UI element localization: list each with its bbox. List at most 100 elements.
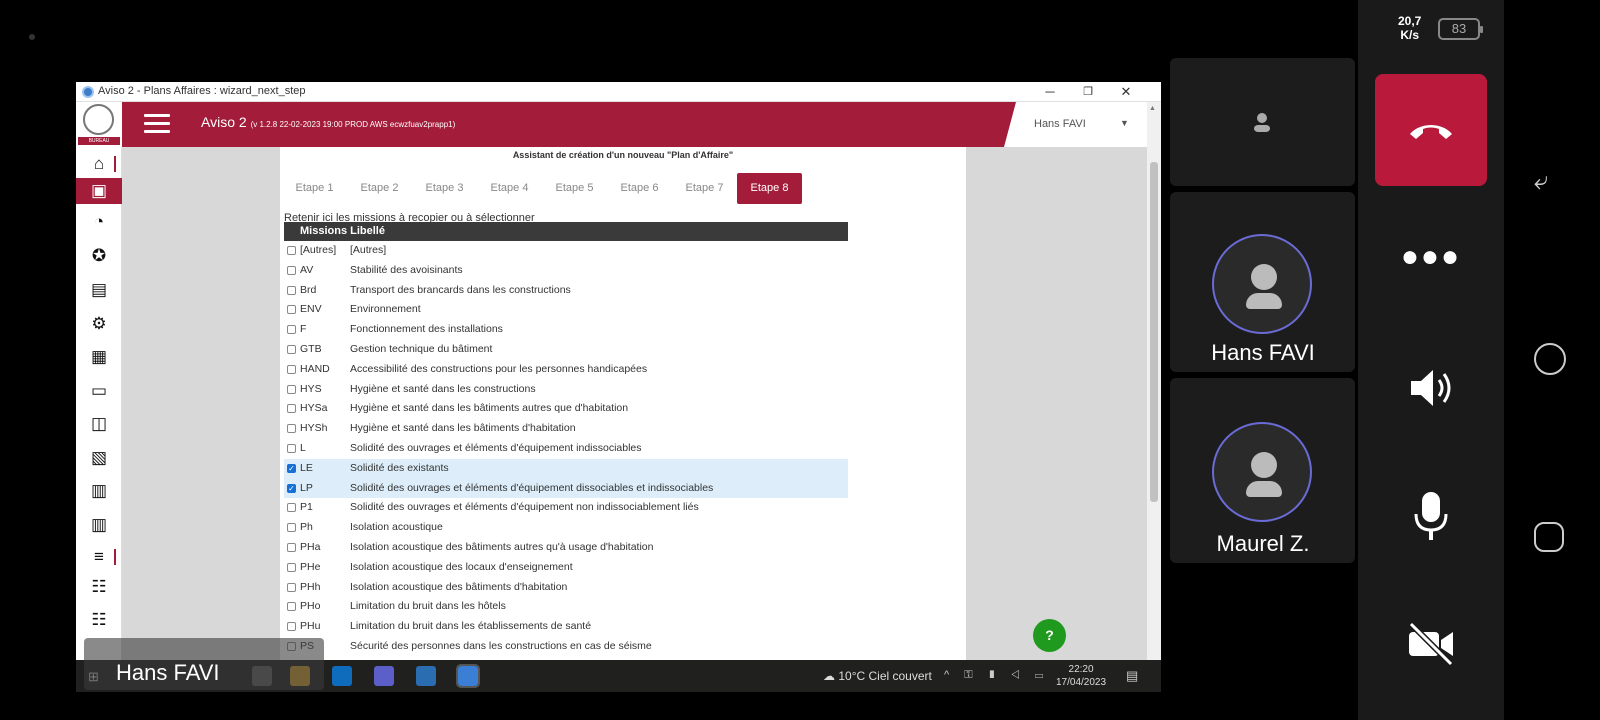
dashboard-icon[interactable]: ◔ [76,209,122,235]
rotate-icon[interactable]: ⤶ [1534,165,1549,197]
mission-checkbox[interactable] [287,562,296,572]
clipboard-check-icon[interactable]: ▥ [76,512,122,538]
help-button[interactable]: ? [1033,619,1066,652]
tab-step-3[interactable]: Etape 3 [412,173,477,204]
tab-step-4[interactable]: Etape 4 [477,173,542,204]
recents-icon[interactable] [1534,522,1564,552]
weather-widget[interactable]: ☁ 10°C Ciel couvert [823,669,932,683]
table-row[interactable]: HYS Hygiène et santé dans les constructio… [284,380,848,400]
mission-checkbox[interactable] [287,384,296,394]
mission-checkbox[interactable]: ✓ [287,463,296,473]
mission-code: HYSa [300,402,328,415]
taskbar-clock[interactable]: 22:20 17/04/2023 [1056,663,1106,689]
user-menu[interactable]: Hans FAVI ▼ [1004,102,1161,147]
microphone-icon[interactable] [1375,490,1487,550]
tab-step-7[interactable]: Etape 7 [672,173,737,204]
table-row[interactable]: PHe Isolation acoustique des locaux d'ens… [284,558,848,578]
scrollbar-thumb[interactable] [1150,162,1158,502]
tab-step-2[interactable]: Etape 2 [347,173,412,204]
table-row[interactable]: ENV Environnement [284,300,848,320]
mission-checkbox[interactable] [287,424,296,434]
mission-checkbox[interactable] [287,364,296,374]
wizard-heading: Assistant de création d'un nouveau "Plan… [512,150,734,160]
table-row[interactable]: PHo Limitation du bruit dans les hôtels [284,597,848,617]
outlook-icon[interactable] [332,666,352,686]
participant-tile-2[interactable]: Maurel Z. [1170,378,1355,563]
table-row[interactable]: Brd Transport des brancards dans les cons… [284,281,848,301]
menu-icon[interactable] [144,114,170,134]
home-icon[interactable]: ⌂ [76,151,122,177]
tab-step-6[interactable]: Etape 6 [607,173,672,204]
mission-code: PHh [300,580,321,593]
table-row[interactable]: PHa Isolation acoustique des bâtiments au… [284,538,848,558]
document-icon[interactable]: ▧ [76,445,122,471]
participant-tile-1[interactable]: Hans FAVI [1170,192,1355,372]
clipboard-icon[interactable]: ▥ [76,478,122,504]
table-row[interactable]: [Autres] [Autres] [284,241,848,261]
table-row[interactable]: F Fonctionnement des installations [284,320,848,340]
building-icon[interactable]: ▦ [76,344,122,370]
mission-checkbox[interactable] [287,265,296,275]
table-row[interactable]: Ph Isolation acoustique [284,518,848,538]
browser-icon[interactable] [456,664,480,688]
more-options-icon[interactable]: ●●● [1375,240,1487,274]
handshake-icon[interactable]: ✪ [76,243,122,269]
mission-checkbox[interactable] [287,325,296,335]
participant-name: Maurel Z. [1216,531,1310,556]
mission-checkbox[interactable] [287,503,296,513]
mission-checkbox[interactable] [287,602,296,612]
table-row[interactable]: PHu Limitation du bruit dans les établiss… [284,617,848,637]
tab-step-8[interactable]: Etape 8 [737,173,802,204]
mission-checkbox[interactable] [287,404,296,414]
hang-up-button[interactable] [1375,74,1487,186]
calendar-icon[interactable]: ▭ [76,378,122,404]
search-document-icon[interactable]: ▣ [76,178,122,204]
table-row[interactable]: L Solidité des ouvrages et éléments d'équ… [284,439,848,459]
tab-step-1[interactable]: Etape 1 [282,173,347,204]
table-row[interactable]: PSSécurité des personnes dans les constr… [284,637,848,657]
table-row[interactable]: AV Stabilité des avoisinants [284,261,848,281]
remote-desktop-icon[interactable] [416,666,436,686]
self-video-tile[interactable] [1170,58,1355,186]
avatar [1212,422,1312,522]
maximize-button[interactable]: ❐ [1069,82,1107,102]
mission-checkbox[interactable] [287,344,296,354]
home-nav-icon[interactable] [1534,343,1566,375]
contact-card-icon[interactable]: ▤ [76,277,122,303]
mission-checkbox[interactable] [287,246,296,255]
system-tray-icons[interactable]: ^ ⚿ ▮ ◁ ▭ [944,669,1049,682]
list-icon[interactable]: ≡ [76,544,122,570]
book-icon[interactable]: ◫ [76,411,122,437]
tab-step-5[interactable]: Etape 5 [542,173,607,204]
table-row[interactable]: ✓ LE Solidité des existants [284,458,848,479]
camera-off-icon[interactable] [1375,621,1487,674]
table-row[interactable]: HYSh Hygiène et santé dans les bâtiments … [284,419,848,439]
mission-checkbox[interactable] [287,443,296,453]
table-row[interactable]: GTB Gestion technique du bâtiment [284,340,848,360]
column-libelle: Libellé [350,225,385,237]
table-row[interactable]: ✓ LP Solidité des ouvrages et éléments d'é… [284,478,848,499]
users-icon[interactable]: ☷ [76,574,122,600]
mission-checkbox[interactable] [287,305,296,315]
mission-checkbox[interactable]: ✓ [287,483,296,493]
table-row[interactable]: HAND Accessibilité des constructions pour… [284,360,848,380]
scrollbar[interactable]: ▲ ▼ [1147,102,1161,692]
mission-checkbox[interactable] [287,622,296,632]
settings-icon[interactable]: ⚙ [76,311,122,337]
table-row[interactable]: HYSa Hygiène et santé dans les bâtiments … [284,399,848,419]
close-window-button[interactable]: ✕ [1107,82,1145,102]
notifications-icon[interactable]: ▤ [1126,668,1138,684]
table-row[interactable]: PHh Isolation acoustique des bâtiments d'… [284,578,848,598]
mission-checkbox[interactable] [287,285,296,295]
mission-checkbox[interactable] [287,523,296,533]
mission-checkbox[interactable] [287,542,296,552]
mission-checkbox[interactable] [287,582,296,592]
table-row[interactable]: P1 Solidité des ouvrages et éléments d'éq… [284,498,848,518]
app-version: (v 1.2.8 22-02-2023 19:00 PROD AWS ecwzf… [250,120,456,129]
phone-hangup-icon [1410,125,1452,139]
teams-icon[interactable] [374,666,394,686]
mission-label: Limitation du bruit dans les établisseme… [350,620,592,633]
speaker-icon[interactable] [1375,366,1487,418]
minimize-button[interactable]: ─ [1031,82,1069,102]
team-icon[interactable]: ☷ [76,607,122,633]
